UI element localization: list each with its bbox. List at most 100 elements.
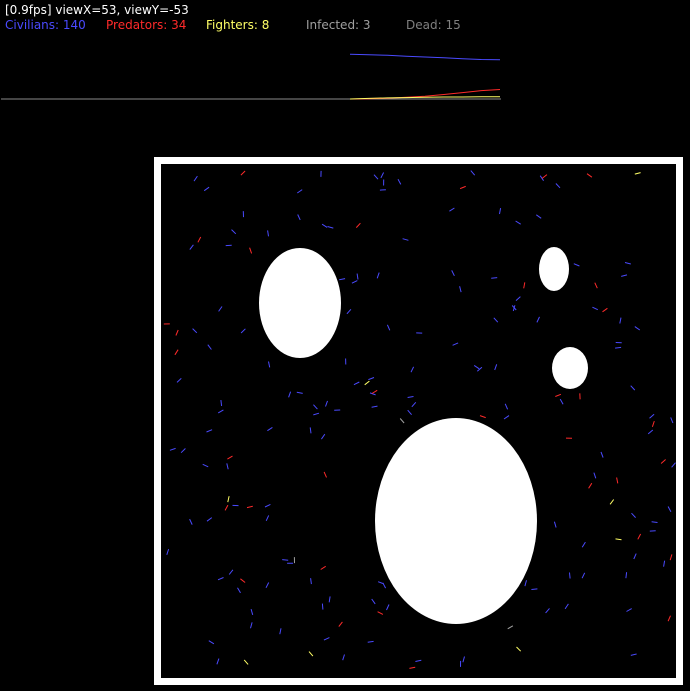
civilian-agent bbox=[491, 277, 498, 279]
infected-agent bbox=[507, 625, 514, 630]
civilian-agent bbox=[310, 578, 312, 585]
obstacle-right-small bbox=[552, 347, 588, 389]
civilian-agent bbox=[515, 296, 521, 301]
civilian-agent bbox=[323, 637, 330, 641]
predator-agent bbox=[594, 282, 598, 289]
civilian-agent bbox=[279, 628, 282, 635]
civilian-agent bbox=[651, 521, 658, 523]
civilian-agent bbox=[267, 426, 273, 432]
civilian-agent bbox=[240, 328, 246, 334]
civilian-agent bbox=[386, 604, 390, 611]
civilian-agent bbox=[402, 238, 409, 241]
civilian-agent bbox=[218, 306, 223, 312]
predator-agent bbox=[174, 349, 179, 356]
civilian-agent bbox=[328, 596, 331, 603]
civilian-agent bbox=[297, 214, 301, 221]
civilian-agent bbox=[592, 306, 599, 311]
civilian-agent bbox=[288, 391, 292, 398]
civilian-agent bbox=[473, 364, 480, 370]
predator-agent bbox=[459, 185, 466, 190]
civilian-agent bbox=[265, 582, 270, 589]
civilian-agent bbox=[320, 433, 326, 440]
simulation-arena[interactable] bbox=[0, 0, 690, 691]
predator-agent bbox=[616, 477, 619, 484]
predator-agent bbox=[249, 247, 253, 254]
civilian-agent bbox=[470, 170, 476, 176]
obstacle-top-left bbox=[259, 248, 341, 358]
civilian-agent bbox=[356, 273, 359, 280]
fighter-agent bbox=[227, 496, 230, 503]
civilian-agent bbox=[202, 463, 209, 468]
civilian-agent bbox=[282, 559, 289, 561]
civilian-agent bbox=[615, 346, 622, 349]
civilian-agent bbox=[189, 244, 194, 250]
predator-agent bbox=[409, 666, 416, 669]
civilian-agent bbox=[494, 364, 498, 371]
civilian-agent bbox=[353, 381, 360, 386]
civilian-agent bbox=[321, 223, 328, 228]
obstacle-top-right-small bbox=[539, 247, 569, 291]
civilian-agent bbox=[459, 286, 462, 293]
civilian-agent bbox=[192, 328, 198, 334]
civilian-agent bbox=[386, 324, 391, 331]
civilian-agent bbox=[555, 183, 561, 189]
civilian-agent bbox=[313, 404, 318, 410]
civilian-agent bbox=[206, 429, 213, 433]
predator-agent bbox=[377, 611, 384, 615]
predator-agent bbox=[224, 504, 229, 511]
civilian-agent bbox=[267, 230, 269, 237]
civilian-agent bbox=[373, 174, 379, 180]
civilian-agent bbox=[264, 503, 271, 508]
predator-agent bbox=[669, 554, 673, 561]
predator-agent bbox=[246, 505, 253, 509]
predator-agent bbox=[660, 459, 666, 464]
civilian-agent bbox=[581, 541, 586, 548]
civilian-agent bbox=[380, 172, 385, 179]
civilian-agent bbox=[545, 608, 550, 614]
civilian-agent bbox=[452, 342, 459, 346]
civilian-agent bbox=[325, 400, 328, 407]
civilian-agent bbox=[250, 608, 254, 616]
civilian-agent bbox=[553, 521, 557, 528]
predator-agent bbox=[586, 173, 593, 178]
fighter-agent bbox=[609, 499, 615, 505]
civilian-agent bbox=[265, 515, 270, 522]
civilian-agent bbox=[397, 178, 402, 185]
predator-agent bbox=[651, 420, 655, 427]
civilian-agent bbox=[670, 417, 674, 424]
predator-agent bbox=[355, 222, 361, 228]
civilian-agent bbox=[564, 603, 569, 610]
predator-agent bbox=[227, 455, 233, 460]
civilian-agent bbox=[371, 598, 376, 605]
civilian-agent bbox=[667, 506, 672, 513]
civilian-agent bbox=[626, 608, 632, 612]
civilian-agent bbox=[630, 653, 637, 656]
civilian-agent bbox=[297, 189, 303, 194]
civilian-agent bbox=[339, 278, 346, 281]
civilian-agent bbox=[415, 659, 422, 662]
civilian-agent bbox=[217, 577, 224, 581]
civilian-agent bbox=[624, 262, 631, 265]
predator-agent bbox=[371, 389, 378, 394]
civilian-agent bbox=[536, 316, 540, 323]
civilian-agent bbox=[367, 640, 374, 643]
civilian-agent bbox=[237, 587, 241, 594]
civilian-agent bbox=[208, 640, 215, 645]
civilian-agent bbox=[371, 405, 378, 408]
civilian-agent bbox=[493, 317, 499, 323]
civilian-agent bbox=[410, 366, 415, 373]
civilian-agent bbox=[351, 280, 358, 284]
predator-agent bbox=[240, 170, 246, 176]
civilian-agent bbox=[166, 548, 170, 555]
predator-agent bbox=[320, 565, 326, 570]
civilian-agent bbox=[346, 308, 352, 315]
civilian-agent bbox=[633, 553, 637, 560]
predator-agent bbox=[523, 282, 526, 289]
civilian-agent bbox=[504, 403, 509, 410]
civilian-agent bbox=[376, 272, 380, 279]
civilian-agent bbox=[226, 463, 229, 470]
civilian-agent bbox=[559, 398, 564, 405]
civilian-agent bbox=[217, 409, 224, 414]
predator-agent bbox=[667, 615, 671, 622]
civilian-agent bbox=[625, 572, 628, 579]
